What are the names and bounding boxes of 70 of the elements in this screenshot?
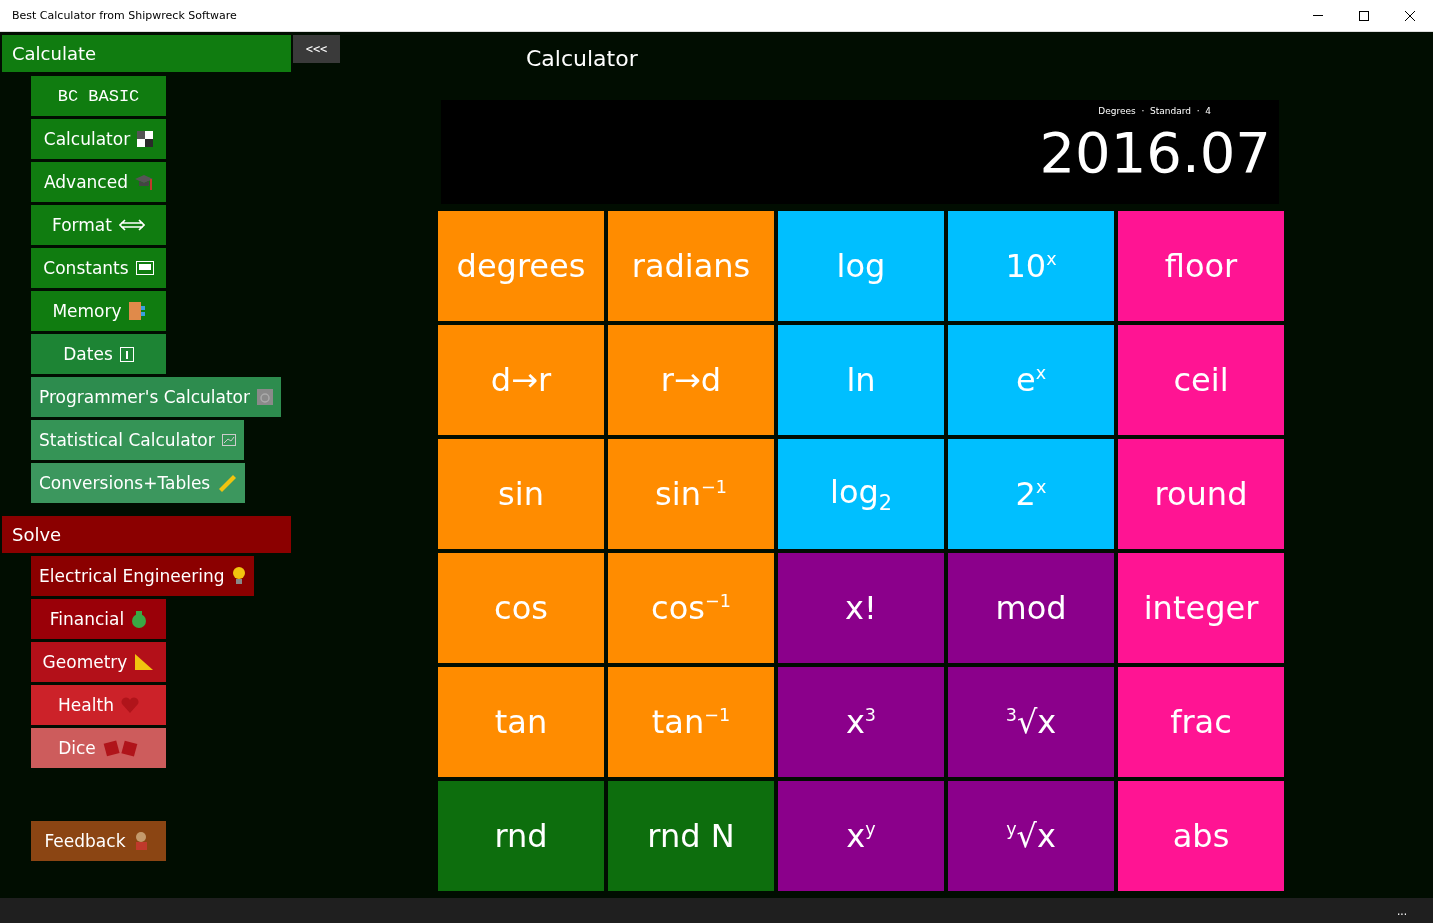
function-key[interactable]: $^{3}$√x — [948, 667, 1114, 777]
menu-item[interactable]: Dice — [31, 728, 166, 768]
ruler-icon — [217, 473, 238, 493]
function-key[interactable]: tan$^{−1}$ — [608, 667, 774, 777]
menu-item[interactable]: Constants — [31, 248, 166, 288]
function-key[interactable]: abs — [1118, 781, 1284, 891]
function-key[interactable]: frac — [1118, 667, 1284, 777]
function-key[interactable]: radians — [608, 211, 774, 321]
function-key[interactable]: $^{y}$√x — [948, 781, 1114, 891]
page-title: Calculator — [526, 46, 639, 73]
menu-item[interactable]: Conversions+Tables — [31, 463, 246, 503]
feedback-button[interactable]: Feedback — [31, 821, 166, 861]
heart-icon — [120, 697, 139, 713]
double-arrow-icon — [118, 219, 145, 231]
function-key[interactable]: mod — [948, 553, 1114, 663]
function-key[interactable]: 10$^{x}$ — [948, 211, 1114, 321]
function-key[interactable]: integer — [1118, 553, 1284, 663]
section-header[interactable]: Solve — [2, 516, 291, 553]
close-icon — [1405, 10, 1415, 21]
chart-icon — [221, 434, 236, 446]
function-key[interactable]: ceil — [1118, 325, 1284, 435]
calendar-icon — [119, 346, 134, 362]
function-key[interactable]: x! — [778, 553, 944, 663]
function-key[interactable]: sin — [438, 439, 604, 549]
notebook-icon — [128, 302, 145, 320]
display-value: 2016.07 — [1039, 122, 1271, 184]
function-key[interactable]: e$^{x}$ — [948, 325, 1114, 435]
keyboard-icon — [135, 261, 154, 275]
function-key[interactable]: x$^{y}$ — [778, 781, 944, 891]
power-icon — [257, 389, 273, 405]
collapse-button[interactable]: <<< — [293, 35, 340, 63]
function-key[interactable]: rnd — [438, 781, 604, 891]
function-key[interactable]: rnd N — [608, 781, 774, 891]
function-key[interactable]: log$_{2}$ — [778, 439, 944, 549]
number-grid-icon — [137, 131, 154, 147]
function-key[interactable]: log — [778, 211, 944, 321]
light-bulb-icon — [231, 567, 246, 585]
menu-item[interactable]: Dates — [31, 334, 166, 374]
more-button[interactable]: ... — [1393, 903, 1411, 918]
function-key[interactable]: degrees — [438, 211, 604, 321]
function-key[interactable]: r→d — [608, 325, 774, 435]
function-key[interactable]: d→r — [438, 325, 604, 435]
function-key[interactable]: ln — [778, 325, 944, 435]
function-key[interactable]: tan — [438, 667, 604, 777]
menu-item[interactable]: Electrical Engineering — [31, 556, 254, 596]
menu-item[interactable]: Geometry — [31, 642, 166, 682]
menu-item[interactable]: Calculator — [31, 119, 166, 159]
menu-item[interactable]: Financial — [31, 599, 166, 639]
section-header[interactable]: Calculate — [2, 35, 291, 72]
menu-item[interactable]: Programmer's Calculator — [31, 377, 281, 417]
function-key[interactable]: x$^{3}$ — [778, 667, 944, 777]
menu-item[interactable]: Format — [31, 205, 166, 245]
menu-item[interactable]: Statistical Calculator — [31, 420, 244, 460]
minimize-icon — [1313, 15, 1323, 16]
menu-item[interactable]: Health — [31, 685, 166, 725]
function-key[interactable]: floor — [1118, 211, 1284, 321]
function-key[interactable]: sin$^{−1}$ — [608, 439, 774, 549]
graduation-cap-icon — [135, 174, 153, 190]
window-title: Best Calculator from Shipwreck Software — [12, 9, 238, 22]
dice-icon — [102, 739, 139, 757]
function-key[interactable]: cos$^{−1}$ — [608, 553, 774, 663]
menu-item[interactable]: Advanced — [31, 162, 166, 202]
maximize-icon — [1359, 10, 1369, 21]
menu-item[interactable]: Memory — [31, 291, 166, 331]
function-key[interactable]: cos — [438, 553, 604, 663]
menu-item[interactable]: BC BASIC — [31, 76, 166, 116]
display-status: Degrees · Standard · 4 — [1098, 106, 1211, 116]
money-bag-icon — [131, 610, 148, 628]
function-key[interactable]: 2$^{x}$ — [948, 439, 1114, 549]
function-key[interactable]: round — [1118, 439, 1284, 549]
